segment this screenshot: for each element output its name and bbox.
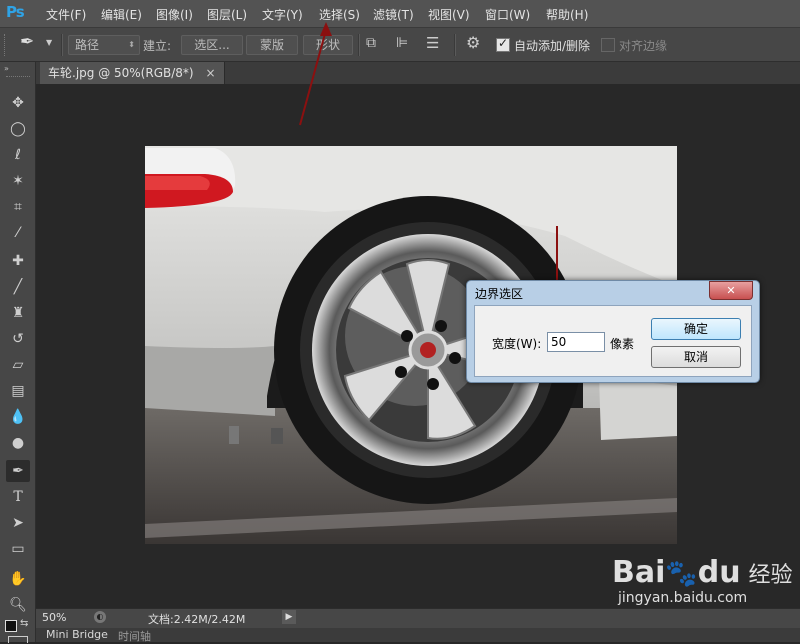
rectangle-tool-icon[interactable]: ▭ xyxy=(6,538,30,560)
hand-tool-icon[interactable]: ✋ xyxy=(6,568,30,590)
share-icon[interactable]: ◐ xyxy=(94,611,106,623)
document-tab-strip: 车轮.jpg @ 50%(RGB/8*) × xyxy=(36,62,800,84)
align-edges-label: 对齐边缘 xyxy=(619,39,668,53)
photoshop-logo: Ps xyxy=(6,3,25,21)
close-tab-icon[interactable]: × xyxy=(205,66,215,80)
make-shape-button[interactable]: 形状 xyxy=(303,35,353,55)
foreground-color-swatch[interactable] xyxy=(5,620,17,632)
divider xyxy=(454,34,456,56)
magic-wand-tool-icon[interactable]: ✶ xyxy=(6,170,30,192)
panel-grip[interactable] xyxy=(6,76,30,80)
document-info: 文档:2.42M/2.42M xyxy=(148,613,246,626)
cancel-button[interactable]: 取消 xyxy=(651,346,741,368)
path-selection-tool-icon[interactable]: ➤ xyxy=(6,512,30,534)
play-arrow-icon[interactable]: ▶ xyxy=(282,610,296,624)
menu-view[interactable]: 视图(V) xyxy=(428,6,470,23)
gradient-tool-icon[interactable]: ▤ xyxy=(6,380,30,402)
divider xyxy=(61,34,63,56)
type-tool-icon[interactable]: T xyxy=(6,486,30,508)
eraser-tool-icon[interactable]: ▱ xyxy=(6,354,30,376)
menu-window[interactable]: 窗口(W) xyxy=(485,6,530,23)
collapse-panel-icon[interactable]: » xyxy=(4,64,9,73)
bottom-panel-tabs: Mini Bridge 时间轴 xyxy=(36,628,800,643)
path-operations-icon[interactable]: ⧉ xyxy=(366,35,376,51)
menu-type[interactable]: 文字(Y) xyxy=(262,6,303,23)
healing-brush-tool-icon[interactable]: ✚ xyxy=(6,250,30,272)
dodge-tool-icon[interactable]: ● xyxy=(6,432,30,454)
auto-add-delete-checkbox[interactable]: ✓ xyxy=(496,36,510,52)
unit-label: 像素 xyxy=(610,337,635,351)
menu-edit[interactable]: 编辑(E) xyxy=(101,6,142,23)
dialog-title: 边界选区 xyxy=(475,287,524,301)
menu-filter[interactable]: 滤镜(T) xyxy=(373,6,414,23)
path-arrangement-icon[interactable]: ☰ xyxy=(426,34,439,52)
clone-stamp-tool-icon[interactable]: ♜ xyxy=(6,302,30,324)
checkmark-icon: ✓ xyxy=(498,36,509,50)
menu-file[interactable]: 文件(F) xyxy=(46,6,86,23)
make-label: 建立: xyxy=(143,39,172,53)
menu-select[interactable]: 选择(S) xyxy=(319,6,360,23)
lasso-tool-icon[interactable]: ℓ xyxy=(6,144,30,166)
dialog-body: 宽度(W): 像素 确定 取消 xyxy=(474,305,752,377)
document-tab-title: 车轮.jpg @ 50%(RGB/8*) xyxy=(48,66,194,80)
eyedropper-tool-icon[interactable]: ⁄ xyxy=(6,222,30,244)
swap-colors-icon[interactable]: ⇆ xyxy=(20,618,28,629)
brush-tool-icon[interactable]: ╱ xyxy=(6,276,30,298)
width-label: 宽度(W): xyxy=(492,337,542,351)
watermark-brand-2: du xyxy=(697,555,741,590)
move-tool-icon[interactable]: ✥ xyxy=(6,92,30,114)
make-selection-button[interactable]: 选区... xyxy=(181,35,243,55)
auto-add-delete-label: 自动添加/删除 xyxy=(514,39,591,53)
make-mask-button[interactable]: 蒙版 xyxy=(246,35,298,55)
pen-tool-preset-icon[interactable]: ✒ xyxy=(20,32,34,52)
menu-bar: Ps 文件(F) 编辑(E) 图像(I) 图层(L) 文字(Y) 选择(S) 滤… xyxy=(0,0,800,28)
updown-arrows-icon: ⬍ xyxy=(128,40,135,49)
document-tab[interactable]: 车轮.jpg @ 50%(RGB/8*) × xyxy=(40,62,225,84)
tools-panel: » ✥ ◯ ℓ ✶ ⌗ ⁄ ✚ ╱ ♜ ↺ ▱ ▤ 💧 ● ✒ T ➤ ▭ ✋ … xyxy=(0,62,36,643)
status-bar: 50% ◐ 文档:2.42M/2.42M ▶ xyxy=(36,608,800,628)
gear-icon[interactable]: ⚙ xyxy=(466,33,480,52)
baidu-jingyan-watermark: Bai🐾du 经验 jingyan.baidu.com xyxy=(612,555,792,606)
path-alignment-icon[interactable]: ⊫ xyxy=(396,35,408,51)
watermark-url: jingyan.baidu.com xyxy=(618,590,748,606)
align-edges-checkbox[interactable] xyxy=(601,38,615,52)
width-input[interactable] xyxy=(547,332,605,352)
menu-help[interactable]: 帮助(H) xyxy=(546,6,588,23)
dialog-close-button[interactable]: ✕ xyxy=(709,281,753,300)
menu-image[interactable]: 图像(I) xyxy=(156,6,193,23)
blur-tool-icon[interactable]: 💧 xyxy=(6,406,30,428)
chevron-down-icon[interactable]: ▼ xyxy=(46,38,52,47)
paw-icon: 🐾 xyxy=(665,559,698,589)
crop-tool-icon[interactable]: ⌗ xyxy=(6,196,30,218)
menu-layer[interactable]: 图层(L) xyxy=(207,6,247,23)
divider xyxy=(358,34,360,56)
zoom-tool-icon[interactable]: 🔍︎ xyxy=(6,594,30,616)
options-grip[interactable] xyxy=(4,34,9,56)
history-brush-tool-icon[interactable]: ↺ xyxy=(6,328,30,350)
marquee-tool-icon[interactable]: ◯ xyxy=(6,118,30,140)
tab-mini-bridge[interactable]: Mini Bridge xyxy=(46,628,108,641)
zoom-level[interactable]: 50% xyxy=(42,611,66,624)
close-icon: ✕ xyxy=(726,284,736,297)
watermark-brand: Bai xyxy=(612,555,666,590)
path-mode-select[interactable]: 路径 ⬍ xyxy=(68,35,140,55)
options-bar: ✒ ▼ 路径 ⬍ 建立: 选区... 蒙版 形状 ⧉ ⊫ ☰ ⚙ ✓ 自动添加/… xyxy=(0,28,800,62)
ok-button[interactable]: 确定 xyxy=(651,318,741,340)
watermark-cn: 经验 xyxy=(748,563,793,588)
pen-tool-icon[interactable]: ✒ xyxy=(6,460,30,482)
path-mode-value: 路径 xyxy=(75,38,100,52)
border-selection-dialog: 边界选区 ✕ 宽度(W): 像素 确定 取消 xyxy=(466,280,760,383)
